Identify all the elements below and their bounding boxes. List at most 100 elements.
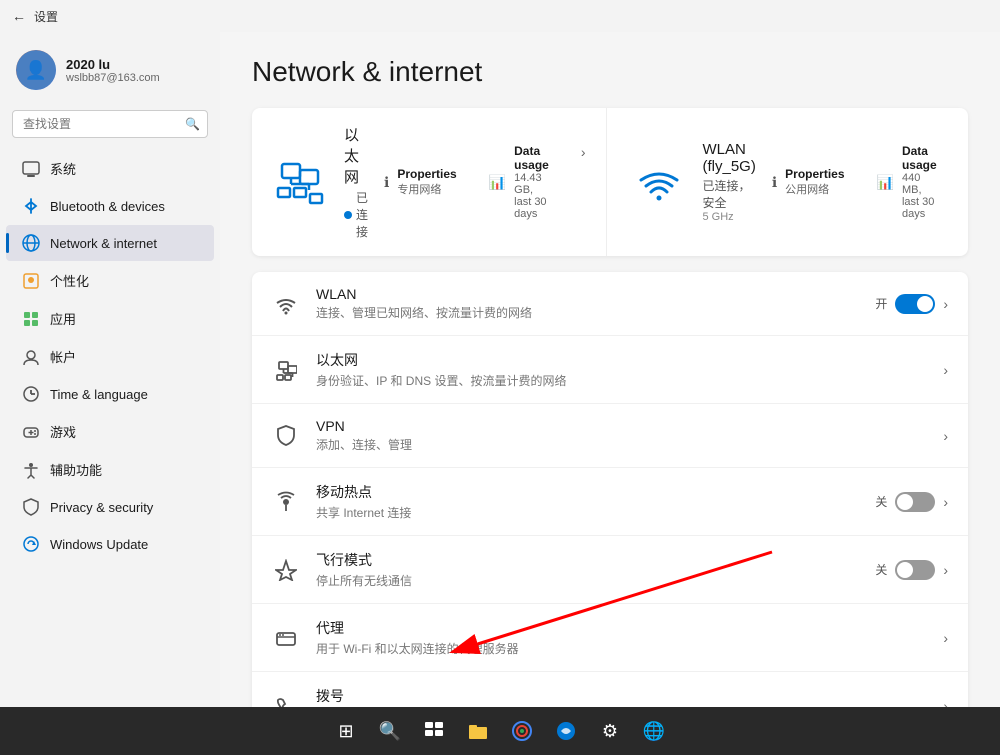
wlan-top-info: WLAN (fly_5G) 已连接，安全 5 GHz xyxy=(703,141,756,223)
bluetooth-icon xyxy=(22,197,40,215)
search-input[interactable] xyxy=(12,110,208,138)
ethernet-name: 以太网 xyxy=(344,124,368,187)
status-dot xyxy=(344,211,352,219)
wlan-meta: ℹ Properties 公用网络 📊 Data usage 440 MB, l… xyxy=(772,144,968,220)
vpn-chevron: › xyxy=(943,428,948,444)
proxy-chevron: › xyxy=(943,630,948,646)
hotspot-toggle[interactable] xyxy=(895,492,935,512)
list-item-dialup[interactable]: 拨号设置拨号 Internet 连接› xyxy=(252,672,968,707)
sidebar-item-system[interactable]: 系统 xyxy=(6,150,214,187)
sidebar-item-apps[interactable]: 应用 xyxy=(6,300,214,337)
sidebar-item-time[interactable]: Time & language xyxy=(6,376,214,412)
list-item-title: 拨号 xyxy=(316,686,927,706)
sidebar-item-label: Privacy & security xyxy=(50,500,153,515)
list-item-airplane[interactable]: 飞行模式停止所有无线通信关 › xyxy=(252,536,968,604)
sidebar-item-bluetooth[interactable]: Bluetooth & devices xyxy=(6,188,214,224)
toggle-thumb xyxy=(897,494,913,510)
toggle-thumb xyxy=(897,562,913,578)
ethernet-chevron: › xyxy=(943,362,948,378)
wlan-icon-large xyxy=(631,154,687,210)
taskbar-explorer[interactable] xyxy=(460,713,496,749)
sidebar-item-update[interactable]: Windows Update xyxy=(6,526,214,562)
sidebar-item-label: 辅助功能 xyxy=(50,460,102,479)
wlan-top-card[interactable]: WLAN (fly_5G) 已连接，安全 5 GHz ℹ Properties … xyxy=(611,108,969,256)
sidebar-item-gaming[interactable]: 游戏 xyxy=(6,413,214,450)
data-usage-icon: 📊 xyxy=(489,174,506,191)
list-item-proxy[interactable]: 代理用于 Wi-Fi 和以太网连接的代理服务器› xyxy=(252,604,968,672)
taskbar-browser2[interactable] xyxy=(548,713,584,749)
sidebar-item-privacy[interactable]: Privacy & security xyxy=(6,489,214,525)
sidebar-item-label: Time & language xyxy=(50,387,148,402)
hotspot-list-icon xyxy=(272,488,300,516)
ethernet-card[interactable]: 以太网 已连接 ℹ Properties 专用网络 xyxy=(252,108,607,256)
page-title: Network & internet xyxy=(252,56,968,88)
sidebar: 👤 2020 lu wslbb87@163.com 🔍 系统Bluetooth … xyxy=(0,32,220,707)
sidebar-item-accounts[interactable]: 帐户 xyxy=(6,338,214,375)
list-item-title: 代理 xyxy=(316,618,927,638)
gaming-icon xyxy=(22,423,40,441)
ethernet-icon xyxy=(272,154,328,210)
wlan-data-icon: 📊 xyxy=(877,174,894,191)
top-network-cards: 以太网 已连接 ℹ Properties 专用网络 xyxy=(252,108,968,256)
accounts-icon xyxy=(22,348,40,366)
user-email: wslbb87@163.com xyxy=(66,72,160,84)
list-item-right-wlan: 开› xyxy=(875,294,948,314)
ethernet-chevron: › xyxy=(581,144,586,220)
list-item-text-wlan: WLAN连接、管理已知网络、按流量计费的网络 xyxy=(316,286,859,321)
sidebar-item-label: Network & internet xyxy=(50,236,157,251)
list-item-ethernet[interactable]: 以太网身份验证、IP 和 DNS 设置、按流量计费的网络› xyxy=(252,336,968,404)
list-item-desc: 身份验证、IP 和 DNS 设置、按流量计费的网络 xyxy=(316,372,927,389)
taskbar: ⊞ 🔍 ⚙ 🌐 xyxy=(0,707,1000,755)
sidebar-item-network[interactable]: Network & internet xyxy=(6,225,214,261)
titlebar-title: 设置 xyxy=(34,8,58,25)
wlan-top-name: WLAN (fly_5G) xyxy=(703,141,756,175)
hotspot-chevron: › xyxy=(943,494,948,510)
wlan-properties-value: 公用网络 xyxy=(785,181,844,197)
proxy-list-icon xyxy=(272,624,300,652)
taskbar-network2[interactable]: 🌐 xyxy=(636,713,672,749)
taskbar-settings[interactable]: ⚙ xyxy=(592,713,628,749)
toggle-label: 关 xyxy=(875,493,887,510)
taskbar-taskview[interactable] xyxy=(416,713,452,749)
search-icon: 🔍 xyxy=(185,117,200,131)
user-info: 2020 lu wslbb87@163.com xyxy=(66,57,160,84)
list-item-vpn[interactable]: VPN添加、连接、管理› xyxy=(252,404,968,468)
airplane-toggle[interactable] xyxy=(895,560,935,580)
properties-label: Properties xyxy=(397,167,456,181)
update-icon xyxy=(22,535,40,553)
main-layout: 👤 2020 lu wslbb87@163.com 🔍 系统Bluetooth … xyxy=(0,32,1000,707)
list-item-text-airplane: 飞行模式停止所有无线通信 xyxy=(316,550,859,589)
data-usage-value: 14.43 GB, last 30 days xyxy=(514,172,549,220)
taskbar-start[interactable]: ⊞ xyxy=(328,713,364,749)
wlan-properties-group: ℹ Properties 公用网络 xyxy=(772,144,845,220)
taskbar-browser1[interactable] xyxy=(504,713,540,749)
system-icon xyxy=(22,160,40,178)
list-item-hotspot[interactable]: 移动热点共享 Internet 连接关› xyxy=(252,468,968,536)
data-usage-group: 📊 Data usage 14.43 GB, last 30 days xyxy=(489,144,549,220)
list-item-text-hotspot: 移动热点共享 Internet 连接 xyxy=(316,482,859,521)
airplane-list-icon xyxy=(272,556,300,584)
list-item-right-ethernet: › xyxy=(943,362,948,378)
user-section[interactable]: 👤 2020 lu wslbb87@163.com xyxy=(0,40,220,106)
vpn-list-icon xyxy=(272,422,300,450)
wlan-toggle[interactable] xyxy=(895,294,935,314)
toggle-label: 关 xyxy=(875,561,887,578)
taskbar-search[interactable]: 🔍 xyxy=(372,713,408,749)
data-usage-label: Data usage xyxy=(514,144,549,172)
sidebar-item-label: Windows Update xyxy=(50,537,148,552)
airplane-chevron: › xyxy=(943,562,948,578)
sidebar-item-accessibility[interactable]: 辅助功能 xyxy=(6,451,214,488)
sidebar-item-personal[interactable]: 个性化 xyxy=(6,262,214,299)
user-name: 2020 lu xyxy=(66,57,160,72)
back-button[interactable]: ← xyxy=(12,8,26,24)
dialup-chevron: › xyxy=(943,698,948,708)
list-item-wlan[interactable]: WLAN连接、管理已知网络、按流量计费的网络开› xyxy=(252,272,968,336)
wlan-properties-label: Properties xyxy=(785,167,844,181)
wlan-chevron: › xyxy=(943,296,948,312)
list-item-desc: 停止所有无线通信 xyxy=(316,572,859,589)
wlan-data-value: 440 MB, last 30 days xyxy=(902,172,937,220)
list-item-right-hotspot: 关› xyxy=(875,492,948,512)
wlan-list-icon xyxy=(272,290,300,318)
network-list: WLAN连接、管理已知网络、按流量计费的网络开›以太网身份验证、IP 和 DNS… xyxy=(252,272,968,707)
toggle-thumb xyxy=(917,296,933,312)
